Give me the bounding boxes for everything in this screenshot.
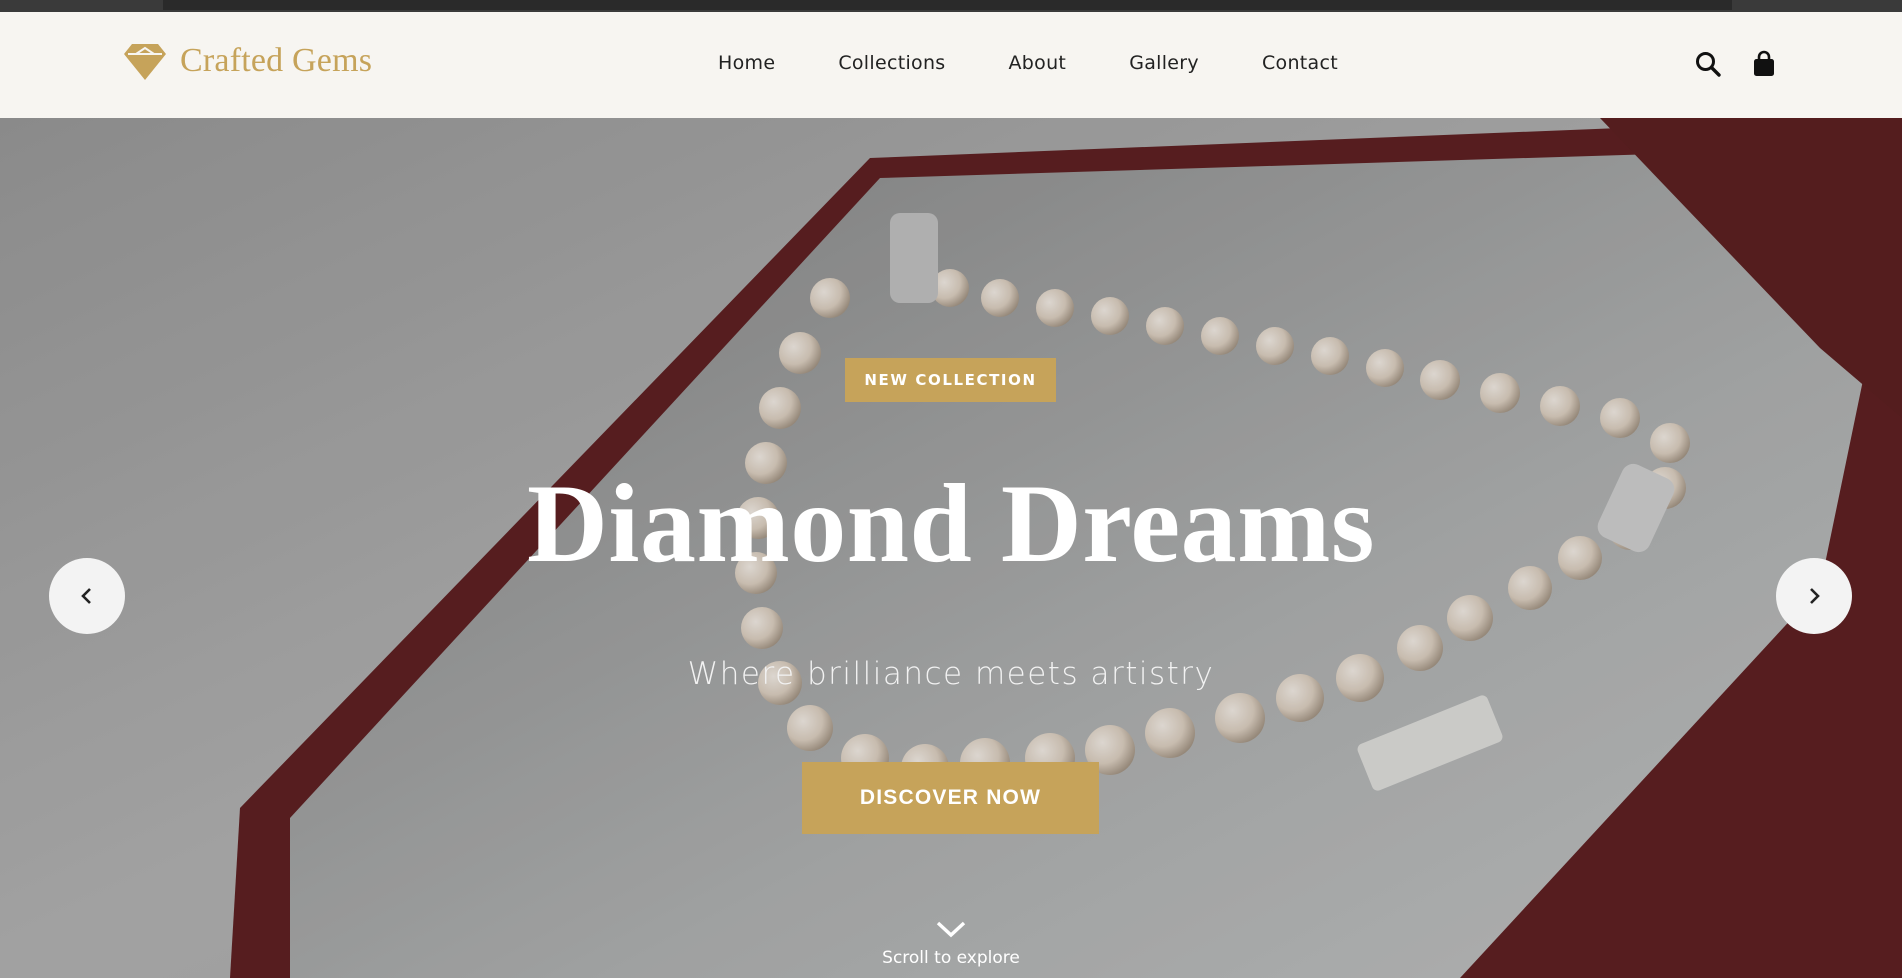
nav-gallery[interactable]: Gallery	[1129, 52, 1199, 74]
nav-collections[interactable]: Collections	[838, 52, 945, 74]
brand-name: Crafted Gems	[180, 42, 373, 79]
chevron-left-icon	[81, 588, 91, 604]
diamond-icon	[124, 44, 166, 80]
slider-next-button[interactable]	[1776, 558, 1852, 634]
main-nav: Home Collections About Gallery Contact	[718, 52, 1338, 74]
discover-now-button[interactable]: DISCOVER NOW	[802, 762, 1099, 834]
brand-logo[interactable]: Crafted Gems	[124, 42, 372, 80]
shopping-bag-icon[interactable]	[1750, 50, 1778, 78]
nav-contact[interactable]: Contact	[1262, 52, 1338, 74]
search-icon[interactable]	[1694, 50, 1722, 78]
site-header: Crafted Gems Home Collections About Gall…	[0, 12, 1902, 118]
scroll-text: Scroll to explore	[882, 948, 1020, 968]
hero-subtitle: Where brilliance meets artistry	[687, 656, 1215, 692]
hero-title: Diamond Dreams	[526, 462, 1376, 586]
slider-prev-button[interactable]	[49, 558, 125, 634]
nav-home[interactable]: Home	[718, 52, 775, 74]
chevron-right-icon	[1810, 588, 1820, 604]
hero-slider: NEW COLLECTION Diamond Dreams Where bril…	[0, 118, 1902, 978]
nav-about[interactable]: About	[1009, 52, 1067, 74]
collection-badge: NEW COLLECTION	[845, 358, 1056, 402]
header-actions	[1694, 50, 1778, 78]
chevron-down-icon	[936, 921, 966, 938]
browser-top-strip	[0, 0, 1902, 12]
scroll-indicator[interactable]: Scroll to explore	[0, 918, 1902, 968]
